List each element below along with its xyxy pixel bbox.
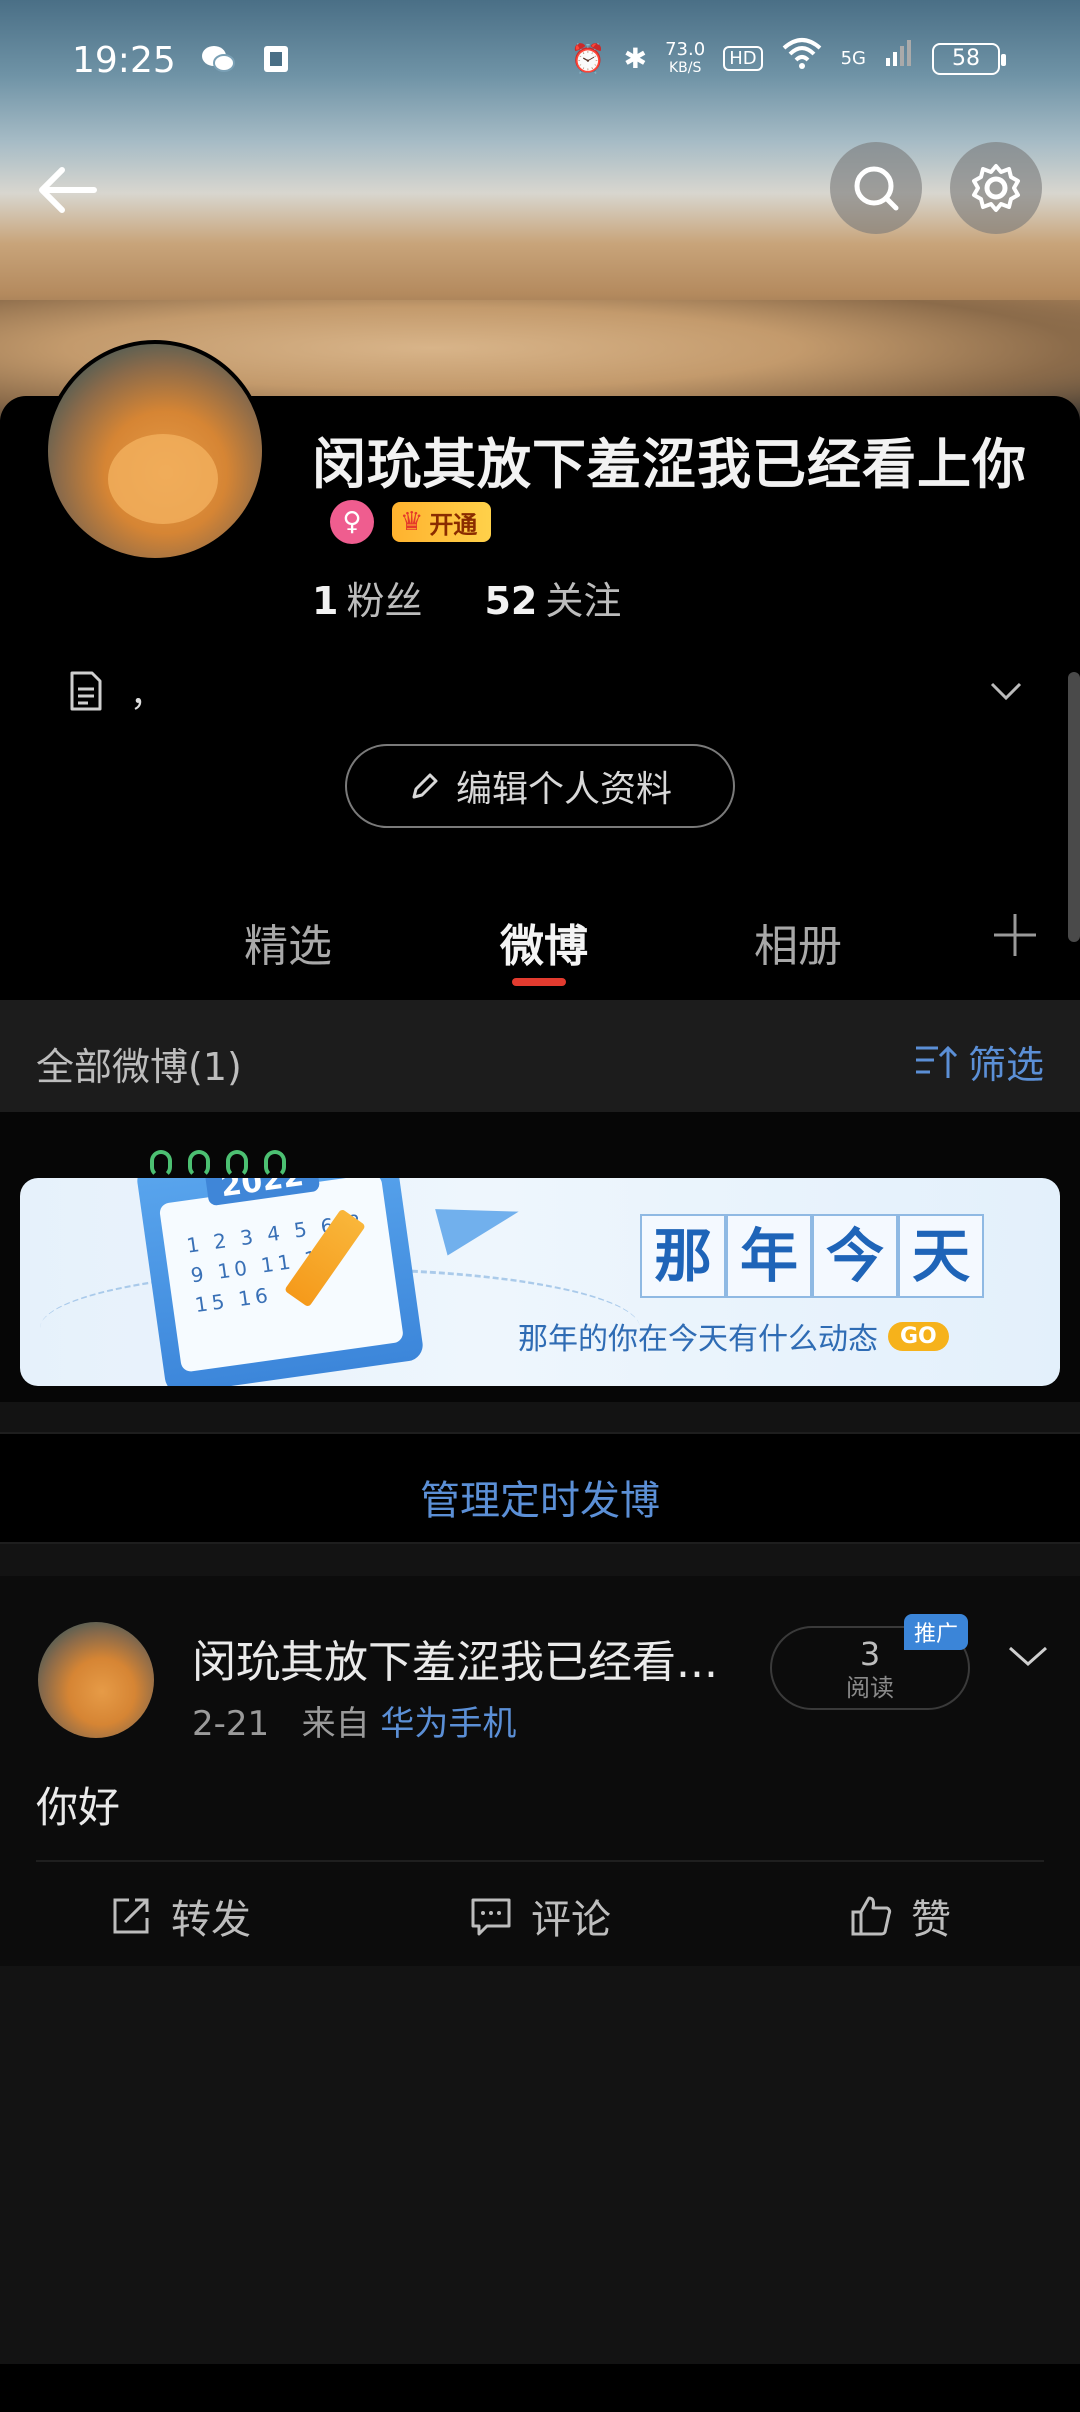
plus-icon (994, 914, 1036, 956)
paper-plane-icon (435, 1188, 525, 1256)
female-gender-icon: ♀ (330, 500, 374, 544)
status-bar: 19:25 ⏰ ✱ 73.0 KB/S HD 5G 58 (0, 0, 1080, 120)
signal-5g-label: 5G (840, 48, 866, 69)
comment-button[interactable]: 评论 (360, 1866, 720, 1966)
status-left-icons (200, 42, 294, 76)
filter-button[interactable]: 筛选 (914, 1034, 1044, 1089)
scrollbar[interactable] (1068, 672, 1080, 942)
network-speed: 73.0 KB/S (665, 38, 706, 77)
tab-weibo[interactable]: 微博 (500, 910, 588, 974)
comment-label: 评论 (531, 1897, 611, 1943)
profile-username: 闵玧其放下羞涩我已经看上你 (312, 433, 1027, 496)
net-speed-value: 73.0 (665, 38, 706, 60)
tab-featured[interactable]: 精选 (244, 910, 332, 974)
read-label: 阅读 (846, 1674, 894, 1702)
post-actions: 转发 评论 赞 (0, 1866, 1080, 1966)
calendar-illustration: 2022 1 2 3 4 5 6 8 9 10 11 12 15 16 (135, 1178, 425, 1386)
post-date: 2-21 (192, 1704, 270, 1744)
banner-title: 那 年 今 天 (640, 1214, 984, 1298)
followers-label: 粉丝 (346, 579, 423, 623)
document-icon (70, 671, 102, 711)
filter-label: 筛选 (967, 1043, 1044, 1087)
scheduled-posts-bar: 管理定时发博 (0, 1432, 1080, 1544)
avatar[interactable] (44, 340, 266, 562)
vip-open-label: 开通 (429, 510, 478, 539)
repost-button[interactable]: 转发 (0, 1866, 360, 1966)
banner-title-char: 那 (640, 1214, 726, 1298)
post-text: 你好 (36, 1783, 121, 1832)
like-label: 赞 (911, 1897, 951, 1943)
manage-scheduled-posts-link[interactable]: 管理定时发博 (0, 1468, 1080, 1526)
net-speed-unit: KB/S (668, 59, 702, 76)
profile-badges: ♀ ♛ 开通 (330, 500, 492, 544)
battery-indicator: 58 (932, 42, 1006, 75)
promote-badge[interactable]: 推广 (904, 1614, 969, 1650)
arrow-left-icon (39, 167, 97, 213)
profile-stats: 1 粉丝 52 关注 (312, 570, 621, 625)
post-meta: 2-21 来自 华为手机 (192, 1696, 516, 1745)
settings-button[interactable] (950, 142, 1042, 234)
post-divider (36, 1860, 1044, 1862)
gear-icon (972, 164, 1020, 212)
following-stat[interactable]: 52 关注 (484, 570, 621, 625)
banner-title-char: 天 (898, 1214, 984, 1298)
sort-filter-icon (915, 1045, 958, 1078)
banner-title-char: 年 (726, 1214, 812, 1298)
profile-tabs: 精选 微博 相册 (0, 900, 1080, 1000)
crown-icon: ♛ (400, 507, 424, 537)
followers-count: 1 (312, 579, 339, 623)
hd-icon: HD (723, 46, 763, 71)
chevron-down-icon[interactable] (986, 672, 1026, 712)
repost-label: 转发 (171, 1897, 251, 1943)
banner-go-badge[interactable]: GO (888, 1321, 949, 1351)
thumbs-up-icon (851, 1896, 892, 1936)
add-tab-button[interactable] (990, 910, 1040, 970)
banner-subtitle: 那年的你在今天有什么动态 GO (518, 1314, 949, 1358)
that-year-today-banner[interactable]: 2022 1 2 3 4 5 6 8 9 10 11 12 15 16 那 年 … (20, 1178, 1060, 1386)
vip-open-badge[interactable]: ♛ 开通 (392, 502, 492, 542)
post-avatar[interactable] (38, 1622, 154, 1738)
followers-stat[interactable]: 1 粉丝 (312, 570, 422, 625)
avatar-cat-figure (108, 434, 218, 524)
following-label: 关注 (545, 579, 622, 623)
banner-subtitle-text: 那年的你在今天有什么动态 (518, 1322, 878, 1357)
post-source-device[interactable]: 华为手机 (380, 1704, 516, 1744)
bluetooth-icon: ✱ (623, 41, 648, 75)
banner-title-char: 今 (812, 1214, 898, 1298)
like-button[interactable]: 赞 (720, 1866, 1080, 1966)
wechat-icon (200, 42, 236, 76)
status-time: 19:25 (72, 40, 176, 81)
search-icon (854, 166, 899, 211)
edit-profile-label: 编辑个人资料 (455, 769, 672, 810)
feed-header-bar: 全部微博(1) 筛选 (0, 1000, 1080, 1112)
tab-album[interactable]: 相册 (754, 910, 842, 974)
edit-profile-button[interactable]: 编辑个人资料 (345, 744, 735, 828)
following-count: 52 (484, 579, 538, 623)
comment-icon (471, 1898, 511, 1936)
status-right-icons: ⏰ ✱ 73.0 KB/S HD 5G 58 (570, 36, 1006, 81)
post-source-prefix: 来自 (301, 1704, 370, 1744)
bio-row[interactable]: ， (64, 664, 1044, 718)
post-author-name[interactable]: 闵玧其放下羞涩我已经看... (192, 1626, 752, 1690)
calendar-rings (150, 1150, 286, 1178)
search-button[interactable] (830, 142, 922, 234)
active-tab-indicator (512, 978, 566, 986)
back-button[interactable] (30, 150, 110, 230)
alarm-icon: ⏰ (570, 41, 606, 75)
wifi-icon (781, 36, 823, 81)
share-icon (113, 1898, 149, 1934)
signal-bars-icon (884, 38, 914, 79)
bottom-navigation-area (0, 2364, 1080, 2412)
bio-text: ， (130, 674, 164, 715)
post-card: 闵玧其放下羞涩我已经看... 2-21 来自 华为手机 3 阅读 推广 你好 转… (0, 1576, 1080, 1966)
chevron-down-icon[interactable] (1004, 1632, 1052, 1680)
all-weibo-title: 全部微博(1) (36, 1045, 242, 1089)
phone-clone-icon (258, 42, 294, 76)
pencil-icon (412, 773, 438, 799)
